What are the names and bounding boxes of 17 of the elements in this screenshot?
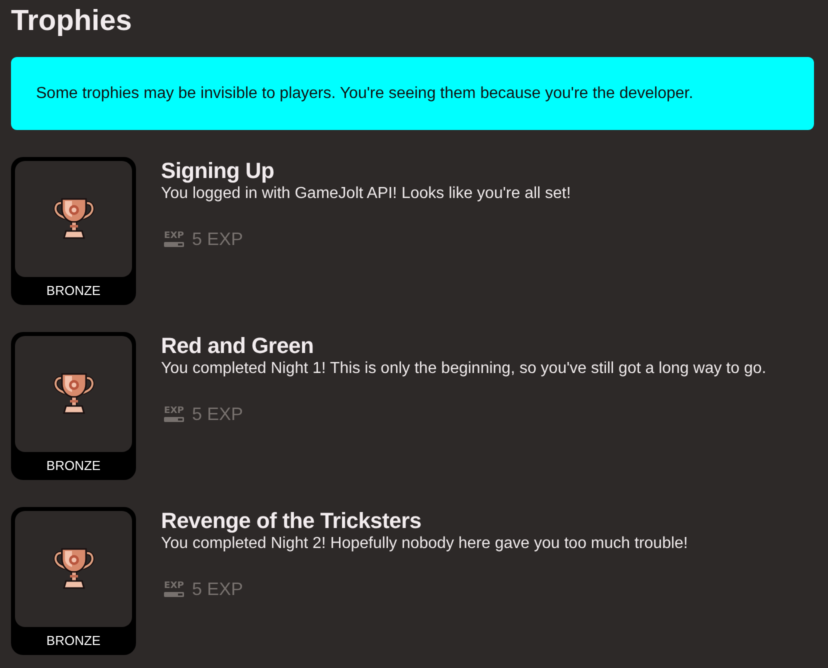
trophy-title: Revenge of the Tricksters <box>161 507 422 535</box>
exp-value: 5 EXP <box>192 403 244 425</box>
trophy-icon <box>52 547 96 591</box>
notice-text: Some trophies may be invisible to players. You're seeing them because you're the developer. <box>36 84 694 102</box>
trophy-icon <box>52 197 96 241</box>
trophy-description: You completed Night 2! Hopefully nobody here gave you too much trouble! <box>161 535 688 553</box>
exp-value: 5 EXP <box>192 578 244 600</box>
tier-label: BRONZE <box>46 632 101 650</box>
trophy-description: You completed Night 1! This is only the beginning, so you've still got a long way to go. <box>161 360 766 378</box>
trophy-icon <box>52 372 96 416</box>
page-title: Trophies <box>11 4 133 38</box>
tier-label: BRONZE <box>46 282 101 300</box>
tier-label: BRONZE <box>46 457 101 475</box>
trophy-title: Red and Green <box>161 332 314 360</box>
exp-value: 5 EXP <box>192 228 244 250</box>
trophy-description: You logged in with GameJolt API! Looks like you're all set! <box>161 185 571 203</box>
trophy-title: Signing Up <box>161 157 274 185</box>
